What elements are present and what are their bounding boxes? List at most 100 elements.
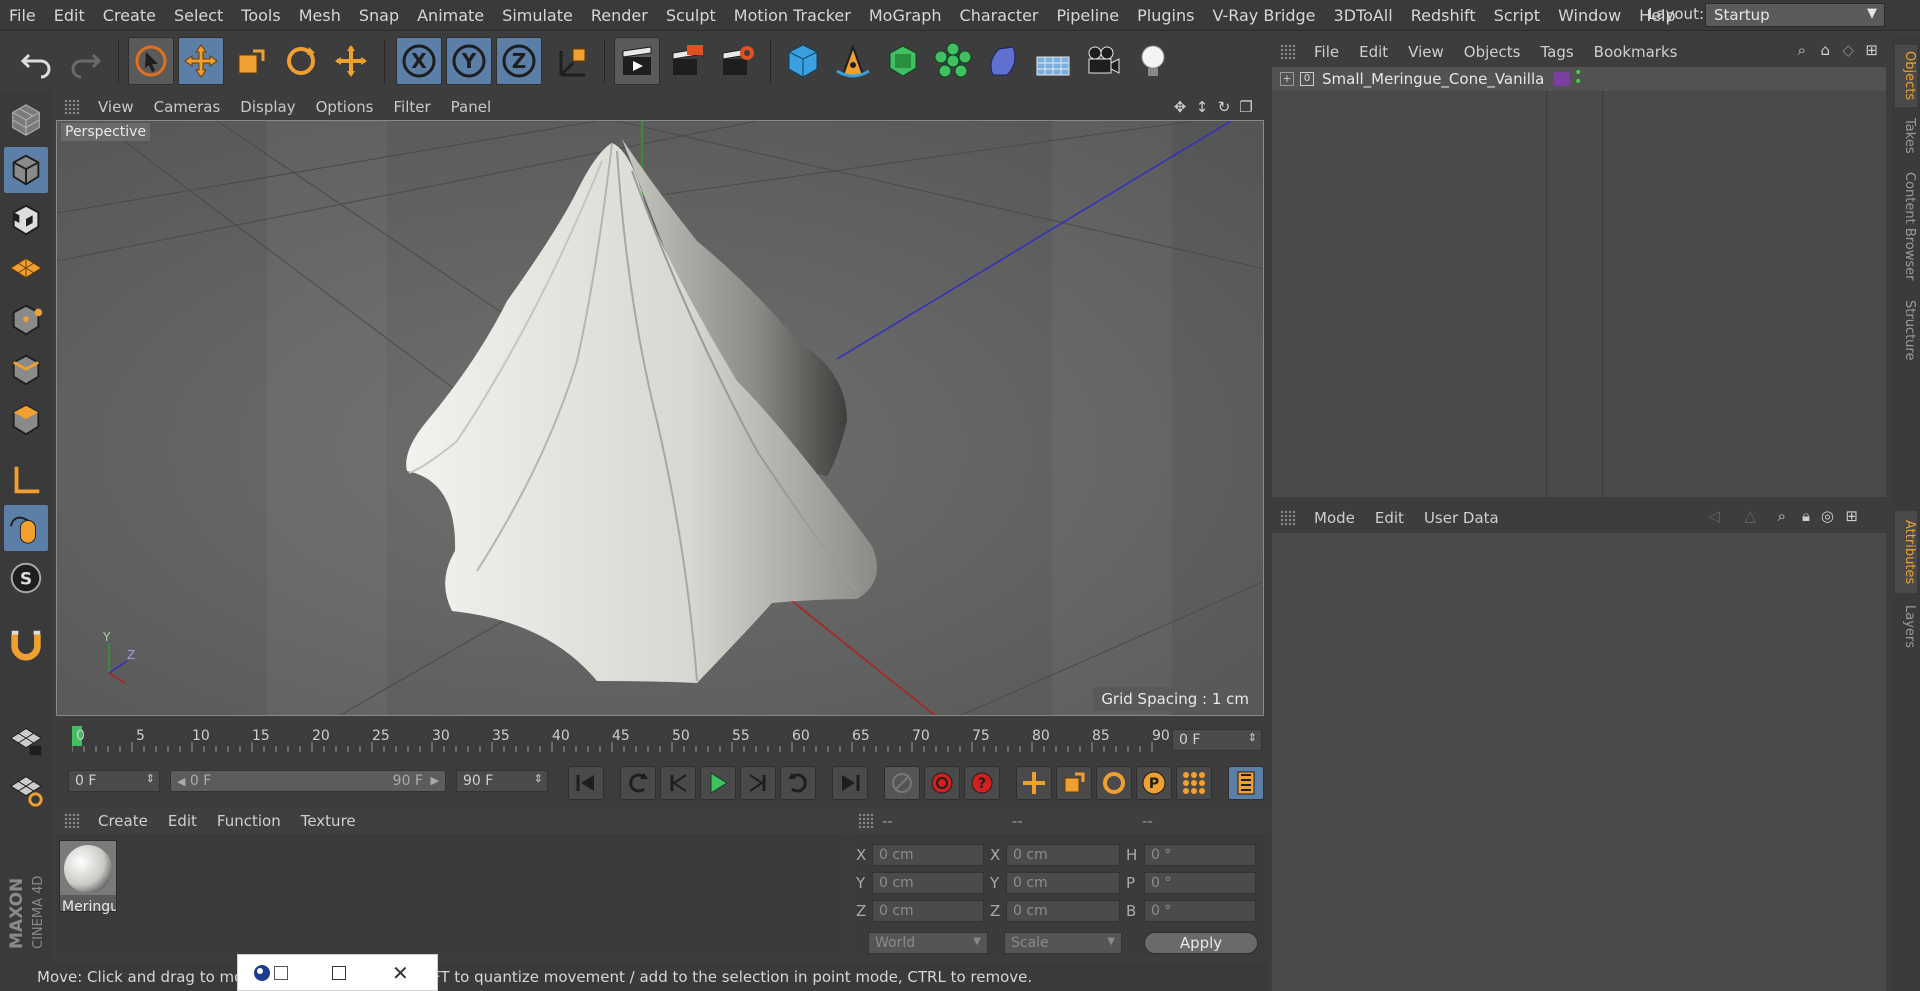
locked-workplane-button[interactable] xyxy=(4,717,48,763)
live-selection-button[interactable] xyxy=(128,37,174,85)
up-arrow-icon[interactable]: △ xyxy=(1744,507,1756,525)
current-frame-field[interactable]: 0 F ⇕ xyxy=(1172,729,1262,751)
material-menu-function[interactable]: Function xyxy=(207,812,291,830)
rotation-h-field[interactable]: 0 ° xyxy=(1144,844,1256,866)
position-key-button[interactable] xyxy=(1016,766,1052,800)
visibility-dots-icon[interactable]: • • xyxy=(1574,66,1582,89)
size-mode-dropdown[interactable]: Scale ▼ xyxy=(1004,932,1122,954)
enable-axis-button[interactable] xyxy=(4,457,48,503)
attributes-menu-user-data[interactable]: User Data xyxy=(1414,509,1509,527)
add-cube-button[interactable] xyxy=(780,37,826,85)
edge-mode-button[interactable] xyxy=(4,347,48,393)
scale-tool-button[interactable] xyxy=(228,37,274,85)
preview-range-slider[interactable]: ◀ 0 F 90 F ▶ xyxy=(170,770,446,792)
menu-snap[interactable]: Snap xyxy=(350,6,408,25)
viewport-menu-cameras[interactable]: Cameras xyxy=(144,98,231,116)
restore-icon[interactable] xyxy=(274,965,288,980)
menu-create[interactable]: Create xyxy=(94,6,165,25)
viewport-menu-options[interactable]: Options xyxy=(306,98,384,116)
menu-script[interactable]: Script xyxy=(1485,6,1549,25)
objects-menu-edit[interactable]: Edit xyxy=(1349,43,1398,61)
menu-mesh[interactable]: Mesh xyxy=(290,6,350,25)
close-icon[interactable]: ✕ xyxy=(392,961,409,985)
object-name[interactable]: Small_Meringue_Cone_Vanilla xyxy=(1322,70,1544,88)
tab-structure[interactable]: Structure xyxy=(1895,293,1917,367)
menu-sculpt[interactable]: Sculpt xyxy=(657,6,725,25)
scale-key-button[interactable] xyxy=(1056,766,1092,800)
coordinate-system-button[interactable] xyxy=(550,37,596,85)
go-to-start-button[interactable] xyxy=(568,766,604,800)
position-x-field[interactable]: 0 cm xyxy=(872,844,984,866)
solo-button[interactable]: S xyxy=(4,555,48,601)
point-mode-button[interactable] xyxy=(4,297,48,343)
viewport-menu-panel[interactable]: Panel xyxy=(441,98,501,116)
redo-button[interactable] xyxy=(62,37,108,85)
tab-content-browser[interactable]: Content Browser xyxy=(1895,167,1917,285)
menu-vray-bridge[interactable]: V-Ray Bridge xyxy=(1203,6,1324,25)
viewport-zoom-icon[interactable]: ↕ xyxy=(1192,97,1212,117)
undo-button[interactable] xyxy=(14,37,60,85)
expand-icon[interactable]: + xyxy=(1280,72,1294,86)
home-icon[interactable]: ⌂ xyxy=(1820,41,1830,59)
texture-mode-button[interactable] xyxy=(4,197,48,243)
material-menu-edit[interactable]: Edit xyxy=(158,812,207,830)
search-icon[interactable]: ⌕ xyxy=(1798,41,1806,59)
menu-redshift[interactable]: Redshift xyxy=(1402,6,1485,25)
apply-button[interactable]: Apply xyxy=(1144,932,1258,954)
rotation-key-button[interactable] xyxy=(1096,766,1132,800)
tab-takes[interactable]: Takes xyxy=(1895,113,1917,159)
new-panel-icon[interactable]: ⊞ xyxy=(1845,507,1858,525)
layer-color-swatch[interactable] xyxy=(1554,72,1570,86)
z-axis-lock-button[interactable]: Z xyxy=(496,37,542,85)
new-panel-icon[interactable]: ⊞ xyxy=(1865,41,1878,59)
objects-menu-bookmarks[interactable]: Bookmarks xyxy=(1584,43,1688,61)
cloner-button[interactable] xyxy=(930,37,976,85)
snapping-button[interactable] xyxy=(4,621,48,667)
rotation-b-field[interactable]: 0 ° xyxy=(1144,900,1256,922)
navigate-icon[interactable]: ◇ xyxy=(1842,41,1854,59)
size-x-field[interactable]: 0 cm xyxy=(1006,844,1120,866)
menu-mograph[interactable]: MoGraph xyxy=(860,6,951,25)
model-mode-button[interactable] xyxy=(4,147,48,193)
autokeying-button[interactable] xyxy=(924,766,960,800)
menu-3dtoall[interactable]: 3DToAll xyxy=(1325,6,1402,25)
attributes-menu-edit[interactable]: Edit xyxy=(1365,509,1414,527)
menu-file[interactable]: File xyxy=(0,6,45,25)
subdivision-surface-button[interactable] xyxy=(880,37,926,85)
play-button[interactable] xyxy=(700,766,736,800)
x-axis-lock-button[interactable]: X xyxy=(396,37,442,85)
objects-menu-tags[interactable]: Tags xyxy=(1530,43,1583,61)
workplane-mode-button[interactable] xyxy=(4,245,48,291)
render-view-button[interactable] xyxy=(614,37,660,85)
material-menu-create[interactable]: Create xyxy=(88,812,158,830)
menu-plugins[interactable]: Plugins xyxy=(1128,6,1203,25)
next-frame-button[interactable] xyxy=(740,766,776,800)
material-menu-texture[interactable]: Texture xyxy=(291,812,366,830)
render-settings-button[interactable] xyxy=(714,37,760,85)
record-active-objects-button[interactable] xyxy=(884,766,920,800)
size-z-field[interactable]: 0 cm xyxy=(1006,900,1120,922)
timeline-ruler[interactable]: 0 5 10 15 20 25 30 35 40 45 50 55 60 65 … xyxy=(56,720,1268,760)
menu-motion-tracker[interactable]: Motion Tracker xyxy=(725,6,860,25)
camera-button[interactable] xyxy=(1080,37,1126,85)
menu-simulate[interactable]: Simulate xyxy=(493,6,582,25)
menu-select[interactable]: Select xyxy=(165,6,232,25)
lock-icon[interactable]: 🔒︎ xyxy=(1802,507,1810,525)
previous-frame-button[interactable] xyxy=(660,766,696,800)
objects-menu-file[interactable]: File xyxy=(1304,43,1349,61)
rotate-tool-button[interactable] xyxy=(278,37,324,85)
tab-attributes[interactable]: Attributes xyxy=(1895,511,1917,593)
make-editable-button[interactable] xyxy=(4,97,48,143)
size-y-field[interactable]: 0 cm xyxy=(1006,872,1120,894)
pen-spline-button[interactable] xyxy=(830,37,876,85)
max-time-field[interactable]: 90 F ⇕ xyxy=(456,770,548,792)
timeline-window-button[interactable] xyxy=(1228,766,1264,800)
minimized-window-bar[interactable]: ✕ xyxy=(237,954,438,991)
target-icon[interactable]: ◎ xyxy=(1821,507,1834,525)
attributes-menu-mode[interactable]: Mode xyxy=(1304,509,1365,527)
object-row[interactable]: + 0 Small_Meringue_Cone_Vanilla • • xyxy=(1272,66,1886,91)
objects-menu-objects[interactable]: Objects xyxy=(1454,43,1531,61)
viewport-menu-view[interactable]: View xyxy=(88,98,144,116)
point-level-animation-button[interactable] xyxy=(1176,766,1212,800)
tab-layers[interactable]: Layers xyxy=(1895,599,1917,655)
